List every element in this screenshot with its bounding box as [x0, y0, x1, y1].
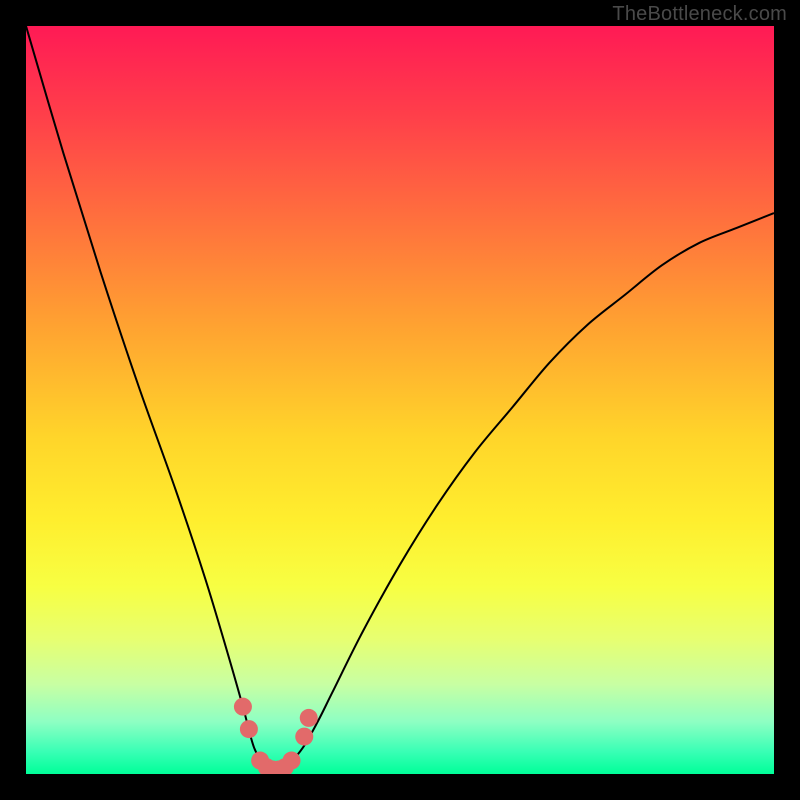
- marker-right-lower: [295, 728, 313, 746]
- marker-left-upper: [234, 698, 252, 716]
- curve-markers: [234, 698, 318, 774]
- watermark-text: TheBottleneck.com: [612, 3, 787, 26]
- bottleneck-curve: [26, 26, 774, 770]
- chart-frame: [26, 26, 774, 774]
- bottleneck-plot: [26, 26, 774, 774]
- marker-right-upper: [300, 709, 318, 727]
- marker-left-lower: [240, 720, 258, 738]
- marker-floor-6: [283, 752, 301, 770]
